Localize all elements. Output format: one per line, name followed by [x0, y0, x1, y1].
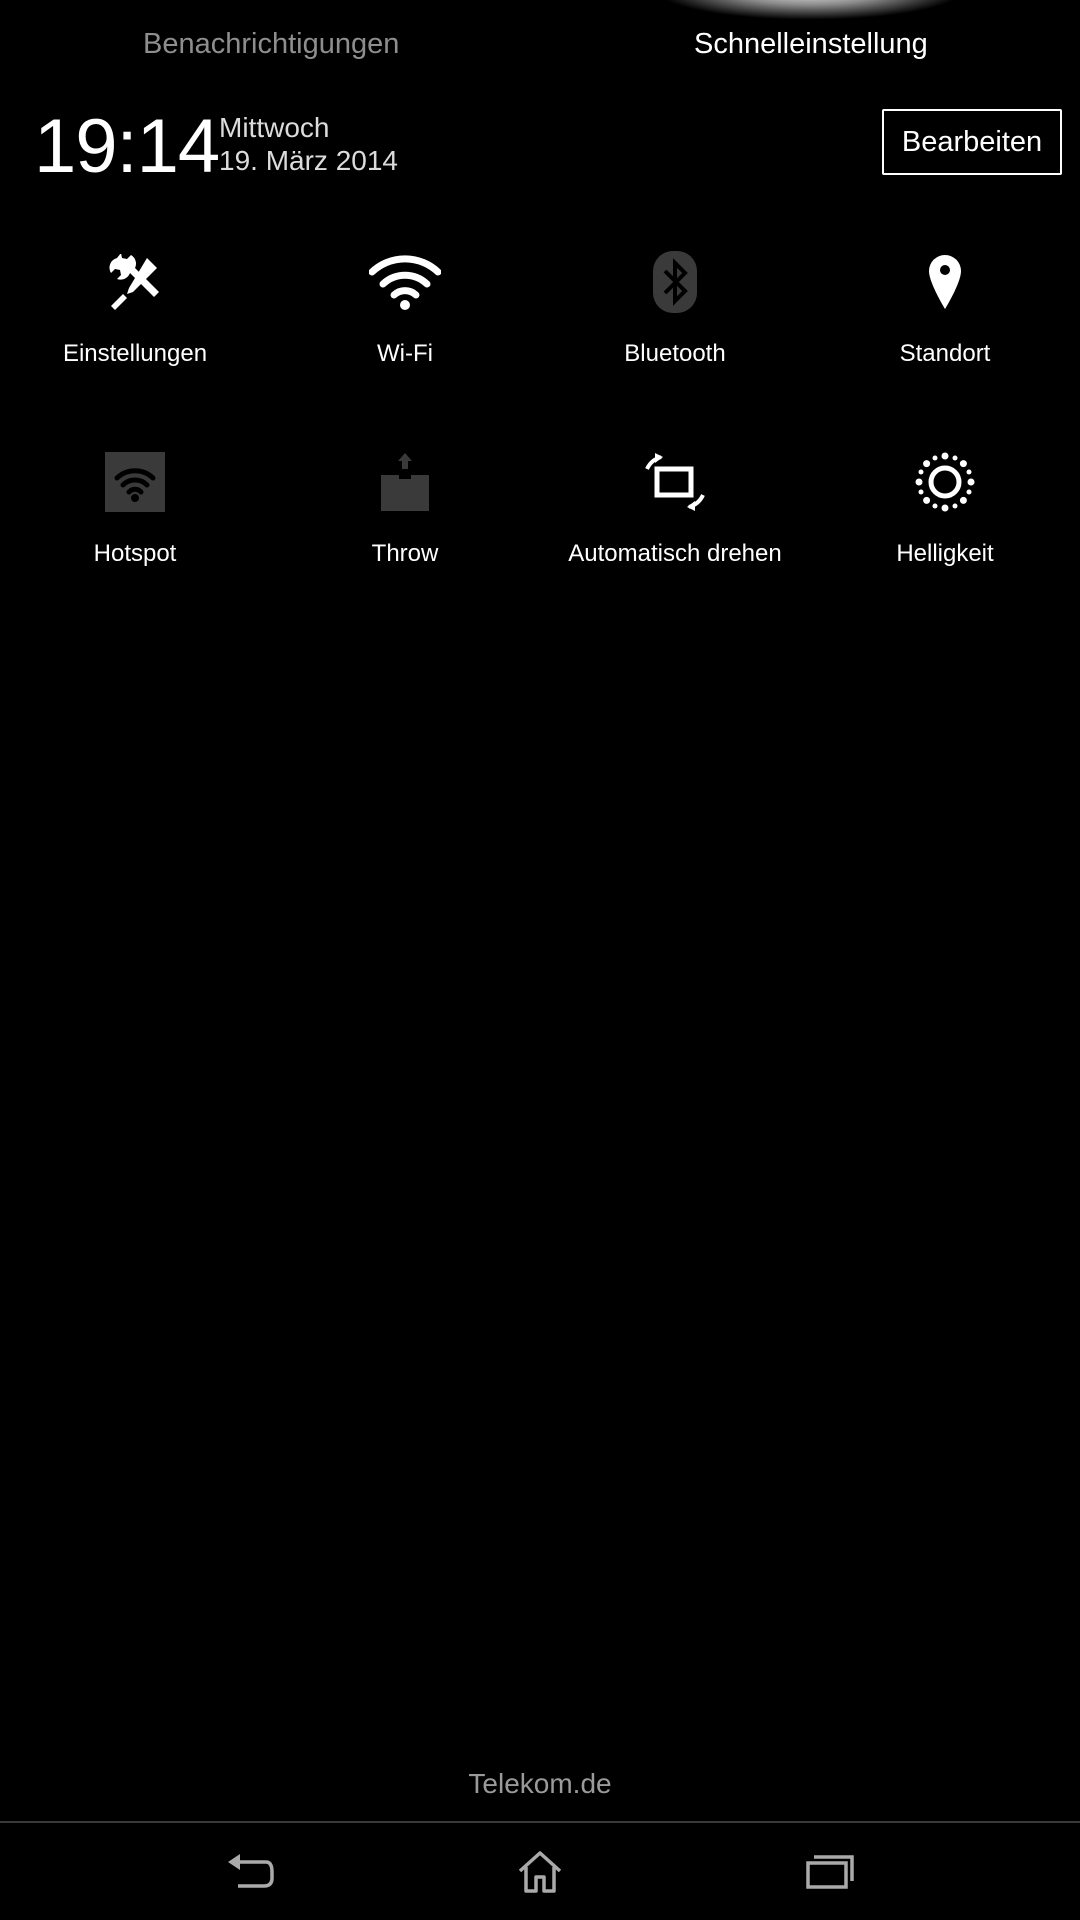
tile-brightness[interactable]: Helligkeit: [810, 442, 1080, 592]
tile-label: Hotspot: [93, 540, 177, 567]
location-pin-icon: [905, 242, 985, 322]
tab-notifications[interactable]: Benachrichtigungen: [143, 28, 399, 61]
brightness-icon: [905, 442, 985, 522]
tile-label: Einstellungen: [62, 340, 208, 367]
tile-auto-rotate[interactable]: Automatisch drehen: [540, 442, 810, 592]
throw-icon: [365, 442, 445, 522]
date-block: Mittwoch 19. März 2014: [219, 111, 398, 177]
active-tab-glow: [655, 0, 965, 20]
home-icon: [516, 1849, 564, 1898]
auto-rotate-icon: [635, 442, 715, 522]
tile-settings[interactable]: Einstellungen: [0, 242, 270, 392]
tile-hotspot[interactable]: Hotspot: [0, 442, 270, 592]
back-button[interactable]: [190, 1840, 310, 1906]
recents-icon: [806, 1853, 854, 1894]
recents-button[interactable]: [770, 1840, 890, 1906]
back-icon: [226, 1852, 274, 1895]
edit-button[interactable]: Bearbeiten: [882, 109, 1062, 175]
bluetooth-icon: [635, 242, 715, 322]
carrier-label: Telekom.de: [468, 1768, 612, 1799]
weekday: Mittwoch: [219, 112, 330, 143]
tile-label: Helligkeit: [896, 540, 994, 567]
tile-location[interactable]: Standort: [810, 242, 1080, 392]
tile-label: Wi-Fi: [377, 340, 433, 367]
settings-tools-icon: [95, 242, 175, 322]
hotspot-icon: [95, 442, 175, 522]
wifi-icon: [365, 242, 445, 322]
tab-quick-settings[interactable]: Schnelleinstellung: [694, 28, 928, 61]
home-button[interactable]: [480, 1840, 600, 1906]
tile-label: Automatisch drehen: [568, 540, 782, 567]
tile-bluetooth[interactable]: Bluetooth: [540, 242, 810, 392]
navbar-divider: [0, 1821, 1080, 1823]
tile-wifi[interactable]: Wi-Fi: [270, 242, 540, 392]
tile-label: Standort: [899, 340, 991, 367]
clock: 19:14: [34, 104, 220, 189]
tile-label: Throw: [371, 540, 439, 567]
tile-label: Bluetooth: [624, 340, 726, 367]
tab-bar: Benachrichtigungen Schnelleinstellung: [0, 0, 1080, 100]
date: 19. März 2014: [219, 145, 398, 176]
tile-throw[interactable]: Throw: [270, 442, 540, 592]
